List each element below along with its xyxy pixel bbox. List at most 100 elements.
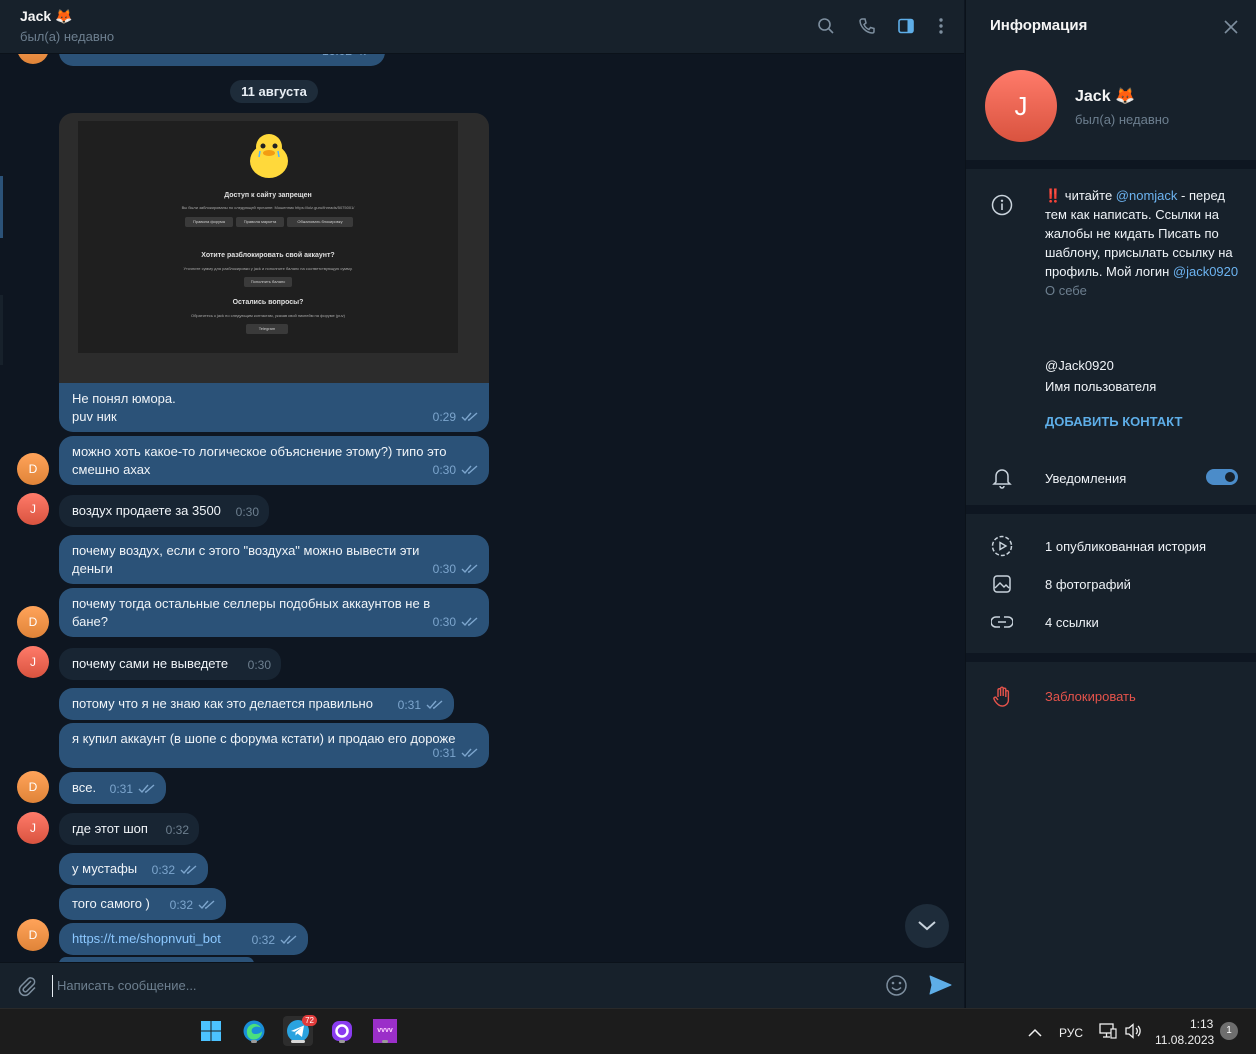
volume-icon[interactable] [1124,1023,1142,1044]
read-check-icon [461,748,478,758]
avatar-j[interactable]: J [17,646,49,678]
photo-btn-4: Пополнить баланс [244,277,292,287]
photo-text-1: Вы были заблокированы по следующей причи… [181,205,355,210]
avatar-d[interactable]: D [17,919,49,951]
chevron-up-icon[interactable] [1028,1025,1042,1043]
message-bubble[interactable]: https://t.me/shopnvuti_bot 0:32 [59,923,308,955]
add-contact-button[interactable]: ДОБАВИТЬ КОНТАКТ [1045,414,1182,429]
message-time: 0:32 [151,863,175,877]
message-bubble[interactable]: почему воздух, если с этого "воздуха" мо… [59,535,489,584]
chevron-down-icon [918,921,936,931]
read-check-icon [461,465,478,475]
notifications-label: Уведомления [1045,471,1127,486]
message-meta: 0:32 [170,896,216,914]
running-indicator [382,1040,388,1043]
photo-btn-3: Обжаловать блокировку [287,217,353,227]
message-meta: 0:29 [433,408,479,426]
message-bubble[interactable]: почему тогда остальные селлеры подобных … [59,588,489,637]
notifications-toggle[interactable] [1206,469,1238,485]
read-check-icon [138,784,155,794]
profile-avatar[interactable]: J [985,70,1057,142]
profile-bio: ‼️ читайте @nomjack - перед тем как напи… [1045,186,1245,300]
message-photo[interactable]: Доступ к сайту запрещен Вы были заблокир… [59,113,489,383]
info-title: Информация [990,17,1088,34]
avatar-j[interactable]: J [17,493,49,525]
close-icon[interactable] [1220,16,1242,38]
more-menu-icon[interactable] [929,14,953,38]
message-bubble[interactable]: того самого ) 0:32 [59,888,226,920]
chat-area: Jack 🦊 был(а) недавно D 16:02 11 август [0,0,964,1008]
message-time: 0:30 [247,658,271,672]
avatar-d[interactable]: D [17,771,49,803]
vvvv-app-icon[interactable]: vvvv [370,1016,400,1046]
chat-title[interactable]: Jack 🦊 [20,8,72,25]
message-meta: 0:32 [166,821,189,839]
active-indicator [291,1040,305,1043]
message-meta: 0:30 [433,613,479,631]
message-bubble-incoming[interactable]: где этот шоп 0:32 [59,813,199,845]
sidebar-toggle-icon[interactable] [894,14,918,38]
bio-mention-link[interactable]: @nomjack [1116,188,1178,203]
message-time: 0:31 [109,782,133,796]
message-text: воздух продаете за 3500 [72,503,221,518]
avatar-d[interactable]: D [17,606,49,638]
photo-icon [990,572,1014,596]
username-label: Имя пользователя [1045,379,1157,394]
language-indicator[interactable]: РУС [1059,1026,1083,1040]
username-link[interactable]: @Jack0920 [1045,358,1114,373]
read-check-icon [426,700,443,710]
photo-text-3: Обратитесь к jack по следующим контактам… [191,313,345,318]
emoji-icon[interactable] [885,974,908,1002]
read-check-icon [461,412,478,422]
message-input[interactable]: Написать сообщение... [52,975,852,997]
scroll-down-button[interactable] [905,904,949,948]
search-icon[interactable] [814,14,838,38]
read-check-icon [461,564,478,574]
edge-browser-icon[interactable] [239,1016,269,1046]
running-indicator [251,1040,257,1043]
bio-login-link[interactable]: @jack0920 [1173,264,1238,279]
message-bubble[interactable]: все. 0:31 [59,772,166,804]
chat-status: был(а) недавно [20,29,115,44]
divider [966,653,1256,662]
avatar-j[interactable]: J [17,812,49,844]
windows-start-icon[interactable] [196,1016,226,1046]
profile-status: был(а) недавно [1075,112,1170,127]
avatar-d[interactable]: D [17,453,49,485]
notification-count-badge[interactable]: 1 [1220,1022,1238,1040]
links-item[interactable]: 4 ссылки [1045,615,1099,630]
message-bubble[interactable]: потому что я не знаю как это делается пр… [59,688,454,720]
link-icon [990,610,1014,634]
message-bubble-incoming[interactable]: почему сами не выведете 0:30 [59,648,281,680]
message-bubble-incoming[interactable]: воздух продаете за 3500 0:30 [59,495,269,527]
message-time: 0:30 [432,615,456,629]
clock-time[interactable]: 1:13 [1190,1017,1213,1031]
block-user-button[interactable]: Заблокировать [1045,689,1136,704]
photos-item[interactable]: 8 фотографий [1045,577,1131,592]
stories-item[interactable]: 1 опубликованная история [1045,539,1206,554]
clock-date[interactable]: 11.08.2023 [1155,1033,1214,1047]
purple-app-icon[interactable] [327,1016,357,1046]
message-meta: 0:31 [433,744,479,762]
attach-icon[interactable] [16,975,38,1002]
message-text: почему воздух, если с этого "воздуха" мо… [72,543,420,576]
info-icon [990,193,1014,217]
phone-icon[interactable] [855,14,879,38]
divider [966,160,1256,169]
network-icon[interactable] [1099,1023,1117,1044]
send-icon[interactable] [929,974,952,1001]
message-bubble[interactable]: можно хоть какое-то логическое объяснени… [59,436,489,485]
message-bubble[interactable]: Не понял юмора. puv ник 0:29 [59,383,489,432]
message-bubble[interactable]: у мустафы 0:32 [59,853,208,885]
photo-btn-1: Правила форума [185,217,233,227]
message-text: почему сами не выведете [72,656,229,671]
message-meta: 0:30 [236,503,259,521]
message-text: можно хоть какое-то логическое объяснени… [72,444,447,477]
message-bubble[interactable]: я купил аккаунт (в шопе с форума кстати)… [59,723,489,768]
read-check-icon [461,617,478,627]
message-composer: Написать сообщение... [0,962,964,1008]
telegram-taskbar-icon[interactable]: 72 [283,1015,317,1046]
message-meta: 0:32 [152,861,198,879]
message-text: Не понял юмора. puv ник [72,391,176,424]
message-time: 0:30 [432,562,456,576]
